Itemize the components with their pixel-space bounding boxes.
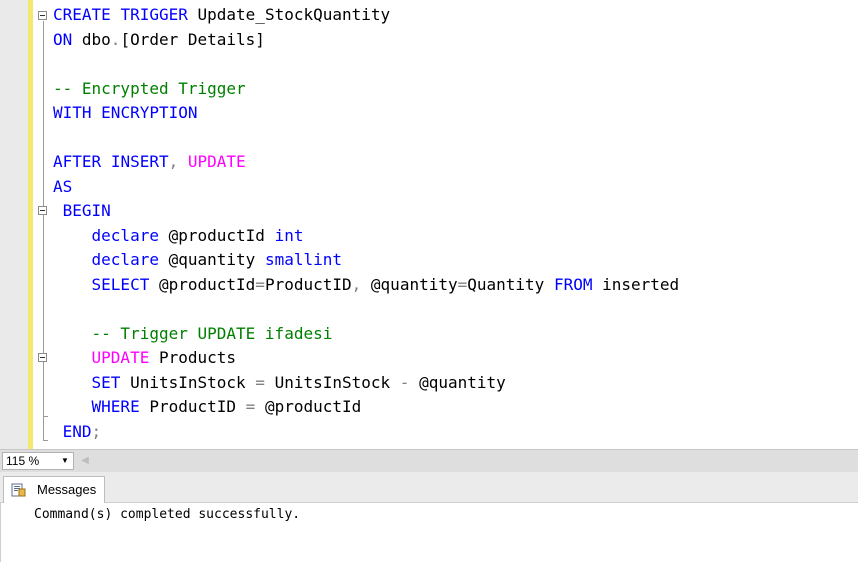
code-token: [Order Details]	[120, 29, 265, 49]
outline-guide	[43, 21, 44, 441]
chevron-down-icon[interactable]: ▼	[59, 453, 71, 469]
code-token: FROM	[553, 274, 593, 294]
code-token: @quantity	[361, 274, 458, 294]
code-line[interactable]: AS	[53, 175, 72, 199]
code-token: =	[255, 274, 265, 294]
code-token: CREATE	[53, 5, 111, 24]
code-token: UPDATE	[91, 348, 150, 367]
code-token: UnitsInStock	[120, 372, 256, 392]
collapse-icon[interactable]	[38, 206, 47, 215]
code-token: =	[255, 372, 265, 392]
messages-icon	[11, 483, 26, 497]
zoom-status-bar: 115 % ▼ ◀	[0, 449, 858, 472]
code-line[interactable]: END;	[53, 420, 102, 444]
code-token: AS	[53, 176, 73, 196]
code-token: SET	[91, 372, 121, 392]
code-token: UnitsInStock	[264, 372, 400, 392]
code-token: Quantity	[467, 274, 554, 294]
code-line[interactable]: UPDATE Products	[53, 346, 237, 370]
code-token: @quantity	[409, 372, 506, 392]
tab-messages[interactable]: Messages	[3, 476, 105, 503]
code-token: WITH	[53, 103, 92, 122]
code-token: TRIGGER	[120, 5, 188, 24]
code-line[interactable]: ON dbo.[Order Details]	[53, 28, 265, 52]
collapse-icon[interactable]	[38, 11, 47, 20]
code-line[interactable]: -- Trigger UPDATE ifadesi	[53, 322, 333, 346]
code-token: dbo	[72, 29, 111, 49]
code-token: -- Encrypted Trigger	[53, 78, 246, 98]
code-line[interactable]: WHERE ProductID = @productId	[53, 395, 362, 419]
code-line[interactable]: CREATE TRIGGER Update_StockQuantity	[53, 3, 390, 27]
outline-end-marker	[43, 416, 48, 417]
messages-output: Command(s) completed successfully.	[0, 503, 858, 562]
code-token: ,	[168, 152, 179, 171]
code-line[interactable]: WITH ENCRYPTION	[53, 101, 198, 125]
code-token: Products	[149, 348, 237, 367]
code-token: declare	[91, 225, 159, 245]
code-token: @quantity	[158, 250, 265, 269]
code-token: -- Trigger UPDATE ifadesi	[91, 323, 333, 343]
outline-end-marker	[43, 440, 48, 441]
code-token: ,	[351, 274, 362, 294]
code-token: ON	[53, 29, 73, 49]
zoom-level-value: 115 %	[6, 454, 40, 468]
scroll-left-icon[interactable]: ◀	[80, 453, 90, 469]
code-token: UPDATE	[187, 152, 246, 171]
code-line[interactable]: BEGIN	[53, 199, 111, 223]
code-token: inserted	[592, 274, 680, 294]
code-token: BEGIN	[53, 201, 111, 220]
query-editor[interactable]: CREATE TRIGGER Update_StockQuantity ON db…	[0, 0, 858, 449]
code-line[interactable]: SET UnitsInStock = UnitsInStock - @quant…	[53, 371, 506, 395]
code-token: declare	[91, 250, 159, 269]
code-token: ENCRYPTION	[101, 103, 198, 122]
code-token: -	[399, 372, 410, 392]
code-token: ProductID	[264, 274, 352, 294]
collapse-icon[interactable]	[38, 353, 47, 362]
code-token: =	[457, 274, 468, 294]
code-line[interactable]: SELECT @productId=ProductID, @quantity=Q…	[53, 273, 680, 297]
results-pane: Messages Command(s) completed successful…	[0, 472, 858, 562]
code-token: ProductID	[139, 397, 246, 416]
code-token: SELECT	[91, 274, 150, 294]
code-token: @productId	[255, 397, 362, 416]
code-token: INSERT	[110, 152, 169, 171]
code-token: smallint	[264, 250, 342, 269]
code-line[interactable]: declare @quantity smallint	[53, 248, 342, 272]
code-token: int	[274, 225, 304, 245]
code-token: END	[53, 421, 92, 441]
zoom-level-select[interactable]: 115 % ▼	[2, 452, 74, 470]
code-token: .	[110, 29, 121, 49]
editor-gutter	[0, 0, 28, 449]
code-line[interactable]: AFTER INSERT, UPDATE	[53, 150, 246, 174]
code-line[interactable]: -- Encrypted Trigger	[53, 77, 246, 101]
code-token: @productId	[149, 274, 256, 294]
code-token: =	[245, 397, 256, 416]
tab-messages-label: Messages	[37, 482, 97, 497]
code-token: AFTER	[53, 152, 102, 171]
code-token: Update_StockQuantity	[187, 5, 391, 24]
code-token: @productId	[158, 225, 275, 245]
results-tab-strip: Messages	[0, 472, 858, 503]
code-line[interactable]: declare @productId int	[53, 224, 304, 248]
code-token: ;	[91, 421, 102, 441]
code-token: WHERE	[91, 397, 140, 416]
message-text: Command(s) completed successfully.	[34, 507, 301, 522]
